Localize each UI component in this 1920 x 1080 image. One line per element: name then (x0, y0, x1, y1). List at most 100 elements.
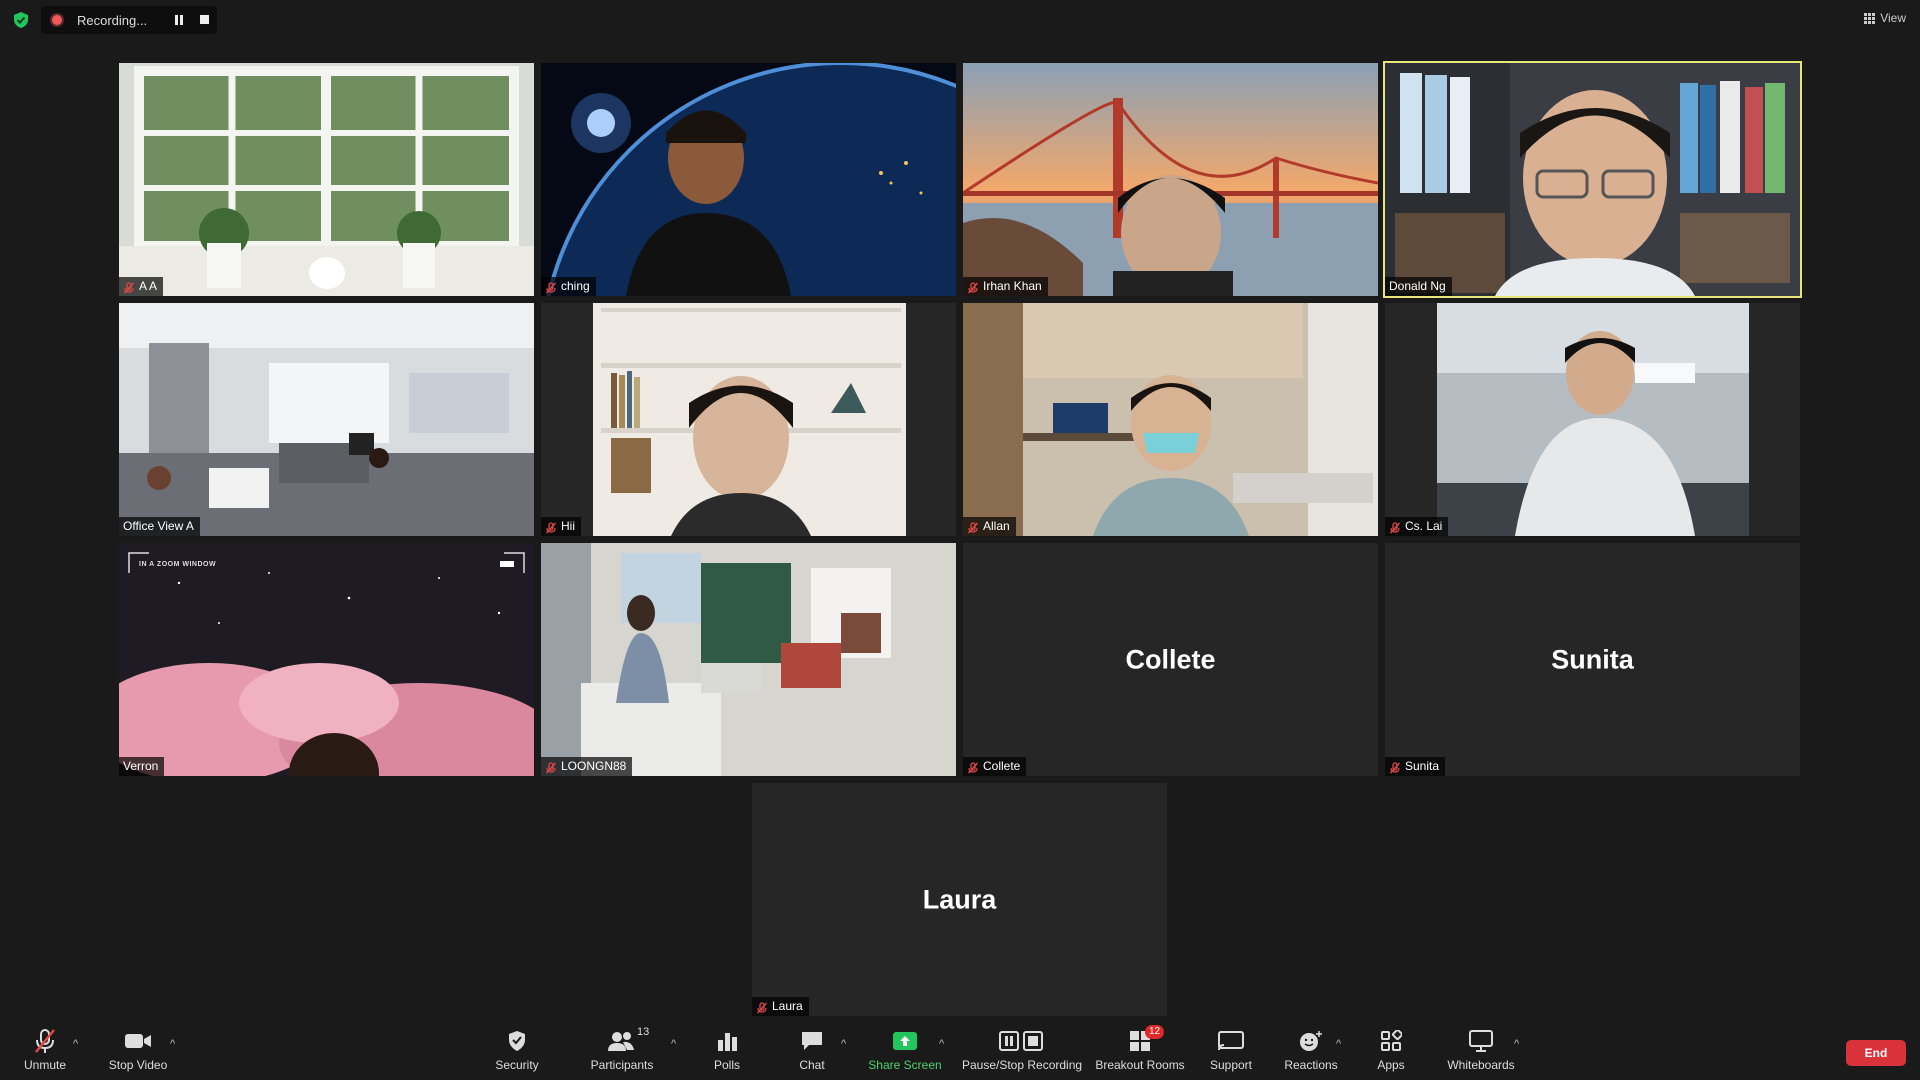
muted-mic-icon (545, 761, 557, 773)
participant-name: Verron (123, 759, 159, 773)
polls-label: Polls (713, 1058, 740, 1072)
muted-mic-icon (1389, 521, 1401, 533)
video-tile-cs-lai[interactable]: Cs. Lai (1385, 303, 1800, 536)
whiteboards-button[interactable]: Whiteboards (1426, 1028, 1536, 1072)
top-bar: Recording... View (0, 0, 1920, 40)
unmute-label: Unmute (23, 1058, 67, 1072)
participant-name-tag: Verron (119, 757, 165, 776)
muted-mic-icon (967, 761, 979, 773)
muted-mic-icon (1389, 761, 1401, 773)
muted-mic-icon (967, 281, 979, 293)
participant-name-tag: A A (119, 277, 164, 296)
pause-recording-icon[interactable] (174, 15, 184, 25)
video-options-caret-icon[interactable]: ^ (170, 1038, 175, 1050)
video-tile-loongn88[interactable]: LOONGN88 (541, 543, 956, 776)
video-room-scene (541, 543, 956, 776)
participant-name: Office View A (123, 519, 194, 533)
participant-name-tag: ching (541, 277, 596, 296)
security-button[interactable]: Security (462, 1028, 572, 1072)
participant-name: Hii (561, 519, 575, 533)
video-clouds-scene (119, 543, 534, 776)
bar-chart-icon (718, 1033, 737, 1051)
pause-stop-recording-button[interactable]: Pause/Stop Recording (962, 1028, 1082, 1072)
view-button[interactable]: View (1864, 11, 1906, 25)
video-tile-a-a[interactable]: A A (119, 63, 534, 296)
video-tile-allan[interactable]: Allan (963, 303, 1378, 536)
participant-name-tag: Cs. Lai (1385, 517, 1449, 536)
audio-options-caret-icon[interactable]: ^ (73, 1038, 78, 1050)
shield-icon[interactable] (12, 11, 30, 29)
video-tile-laura[interactable]: Laura Laura (752, 783, 1167, 1016)
chat-label: Chat (799, 1058, 825, 1072)
video-tile-hii[interactable]: Hii (541, 303, 956, 536)
recording-status: Recording... (77, 13, 148, 28)
participant-name-tag: Sunita (1385, 757, 1446, 776)
participant-name: Irhan Khan (983, 279, 1042, 293)
video-tile-verron[interactable]: IN A ZOOM WINDOW Verron (119, 543, 534, 776)
view-label: View (1880, 11, 1906, 25)
video-tile-sunita[interactable]: Sunita Sunita (1385, 543, 1800, 776)
participants-button[interactable]: 13 Participants (567, 1026, 677, 1072)
shield-icon (509, 1031, 525, 1051)
recording-indicator: Recording... (41, 6, 217, 34)
video-shelves-scene (541, 303, 956, 536)
participant-name: Cs. Lai (1405, 519, 1443, 533)
video-tile-office-view-a[interactable]: Office View A (119, 303, 534, 536)
muted-mic-icon (123, 281, 135, 293)
muted-mic-icon (545, 521, 557, 533)
video-camera-icon (125, 1034, 151, 1048)
video-earth-scene (541, 63, 956, 296)
stop-video-button[interactable]: Stop Video (83, 1028, 193, 1072)
pause-stop-recording-icon (999, 1031, 1043, 1051)
share-screen-icon (893, 1032, 917, 1050)
breakout-rooms-badge: 12 (1145, 1025, 1165, 1039)
video-studio-scene (963, 303, 1378, 536)
video-tile-collete[interactable]: Collete Collete (963, 543, 1378, 776)
participants-icon (608, 1032, 634, 1051)
stop-recording-icon[interactable] (200, 15, 209, 24)
video-desk-scene (1385, 303, 1800, 536)
muted-mic-icon (967, 521, 979, 533)
participant-name-tag: Hii (541, 517, 581, 536)
recording-dot-icon (52, 15, 62, 25)
participant-name-tag: Office View A (119, 517, 200, 536)
share-screen-button[interactable]: Share Screen (850, 1028, 960, 1072)
participant-name-tag: Laura (752, 997, 809, 1016)
participant-name: LOONGN88 (561, 759, 627, 773)
whiteboards-options-caret-icon[interactable]: ^ (1514, 1038, 1519, 1050)
participant-name-tag: LOONGN88 (541, 757, 633, 776)
video-tile-donald-ng[interactable]: Donald Ng (1383, 61, 1802, 298)
grid-icon (1864, 12, 1876, 24)
participant-name-tag: Allan (963, 517, 1016, 536)
support-label: Support (1209, 1058, 1253, 1072)
apps-label: Apps (1377, 1058, 1405, 1072)
participant-count: 13 (637, 1026, 650, 1038)
participant-name: Donald Ng (1389, 279, 1446, 293)
participant-name: Sunita (1405, 759, 1440, 773)
meeting-toolbar: Unmute ^ Stop Video ^ Security 13 Partic… (0, 1018, 1920, 1080)
smiley-add-icon (1300, 1031, 1322, 1051)
security-label: Security (495, 1058, 539, 1072)
share-options-caret-icon[interactable]: ^ (939, 1038, 944, 1050)
participant-name: A A (139, 279, 158, 293)
chat-options-caret-icon[interactable]: ^ (841, 1038, 846, 1050)
chat-bubble-icon (802, 1032, 822, 1050)
end-meeting-button[interactable]: End (1846, 1040, 1906, 1066)
video-window-scene (119, 63, 534, 296)
stop-video-label: Stop Video (108, 1058, 168, 1072)
participant-display-name: Laura (922, 884, 997, 914)
video-tile-ching[interactable]: ching (541, 63, 956, 296)
whiteboard-icon (1469, 1030, 1493, 1052)
whiteboards-label: Whiteboards (1447, 1058, 1515, 1072)
participant-name-tag: Irhan Khan (963, 277, 1048, 296)
participant-name-tag: Collete (963, 757, 1027, 776)
participant-name: ching (561, 279, 590, 293)
participants-label: Participants (590, 1058, 654, 1072)
pause-stop-recording-label: Pause/Stop Recording (961, 1058, 1083, 1072)
participant-display-name: Sunita (1551, 644, 1634, 674)
overlay-text: IN A ZOOM WINDOW (139, 561, 217, 568)
video-tile-irhan-khan[interactable]: Irhan Khan (963, 63, 1378, 296)
breakout-rooms-label: Breakout Rooms (1095, 1058, 1185, 1072)
muted-mic-icon (756, 1001, 768, 1013)
video-library-scene (1385, 63, 1800, 296)
